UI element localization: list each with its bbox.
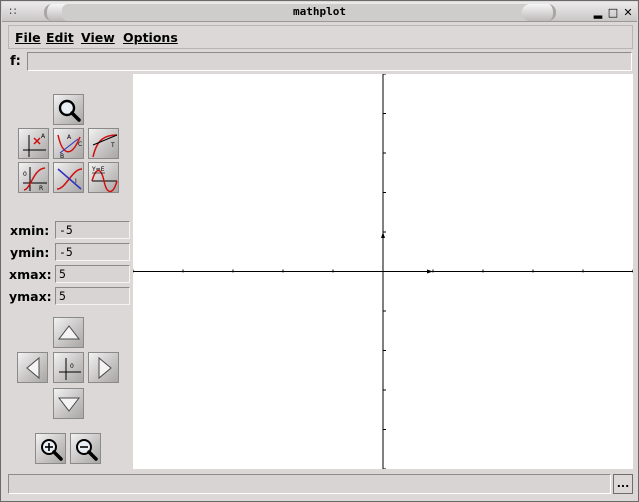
ymax-field[interactable]: 5 [55,287,130,305]
pan-left-button[interactable] [17,352,48,383]
svg-text:0: 0 [23,171,27,178]
menu-view[interactable]: View [81,30,115,45]
pan-up-button[interactable] [53,317,84,348]
ymax-label: ymax: [9,289,52,304]
menu-file[interactable]: File [15,30,41,45]
integral-icon: A C B [57,134,82,160]
tool-panel: A A C B T 0 R I Y=E xmin: -5 ymin: -5 xm… [8,74,132,469]
svg-text:A: A [41,133,46,140]
status-bar [8,474,611,494]
xmax-label: xmax: [9,267,52,282]
menu-edit[interactable]: Edit [46,30,74,45]
y-unit-marker [381,232,385,238]
intersection-icon: I [56,168,83,190]
svg-text:B: B [60,153,64,160]
magnifier-tool-button[interactable] [53,94,84,125]
menu-options[interactable]: Options [123,30,178,45]
extrema-button[interactable]: Y=E [88,162,119,193]
function-label: f: [10,54,21,69]
xmax-field[interactable]: 5 [55,265,130,283]
svg-text:A: A [67,134,72,141]
extrema-icon: Y=E [91,166,118,193]
svg-text:C: C [78,141,82,148]
zoom-out-icon [76,439,98,461]
arrow-left-icon [26,356,40,380]
zoom-in-button[interactable] [35,433,66,464]
zoom-in-icon [41,439,63,461]
minimize-icon[interactable]: ▂ [591,6,605,19]
menu-view-label: View [81,30,115,45]
menu-edit-label: Edit [46,30,74,45]
plot-axes [132,73,634,470]
svg-text:R: R [39,185,43,192]
window-title: mathplot [293,5,346,18]
evaluate-point-button[interactable]: A [18,128,49,159]
tangent-area-button[interactable]: A C B [53,128,84,160]
title-bar[interactable]: ∷ mathplot ▂ □ ✕ [2,2,637,22]
intersection-button[interactable]: I [53,162,84,193]
svg-text:Y=E: Y=E [91,166,105,173]
function-input[interactable] [27,52,632,71]
evaluate-point-icon: A [23,133,46,157]
arrow-down-icon [57,397,81,412]
menu-options-label: Options [123,30,178,45]
xmin-field[interactable]: -5 [55,221,130,239]
svg-text:T: T [110,142,115,149]
mathplot-window: ∷ mathplot ▂ □ ✕ File Edit View Options … [0,0,639,502]
tangent-icon: T [92,134,118,158]
plot-canvas[interactable] [132,73,634,470]
root-button[interactable]: 0 R [18,162,49,193]
svg-text:I: I [75,178,77,185]
tangent-button[interactable]: T [88,128,119,159]
ymin-field[interactable]: -5 [55,243,130,261]
menu-bar: File Edit View Options [8,25,633,49]
origin-icon: 0 [59,358,81,380]
ymin-label: ymin: [10,245,50,260]
more-button[interactable]: ... [613,474,633,494]
pan-right-button[interactable] [88,352,119,383]
menu-file-label: File [15,30,41,45]
maximize-icon[interactable]: □ [606,6,620,19]
close-icon[interactable]: ✕ [621,6,635,19]
x-unit-marker [427,269,433,274]
magnifier-icon [58,99,81,122]
xmin-label: xmin: [10,223,50,238]
arrow-up-icon [57,325,81,340]
root-icon: 0 R [23,167,47,192]
svg-text:0: 0 [70,363,74,370]
pan-down-button[interactable] [53,388,84,419]
reset-origin-button[interactable]: 0 [53,352,84,383]
arrow-right-icon [98,356,112,380]
zoom-out-button[interactable] [70,433,101,464]
